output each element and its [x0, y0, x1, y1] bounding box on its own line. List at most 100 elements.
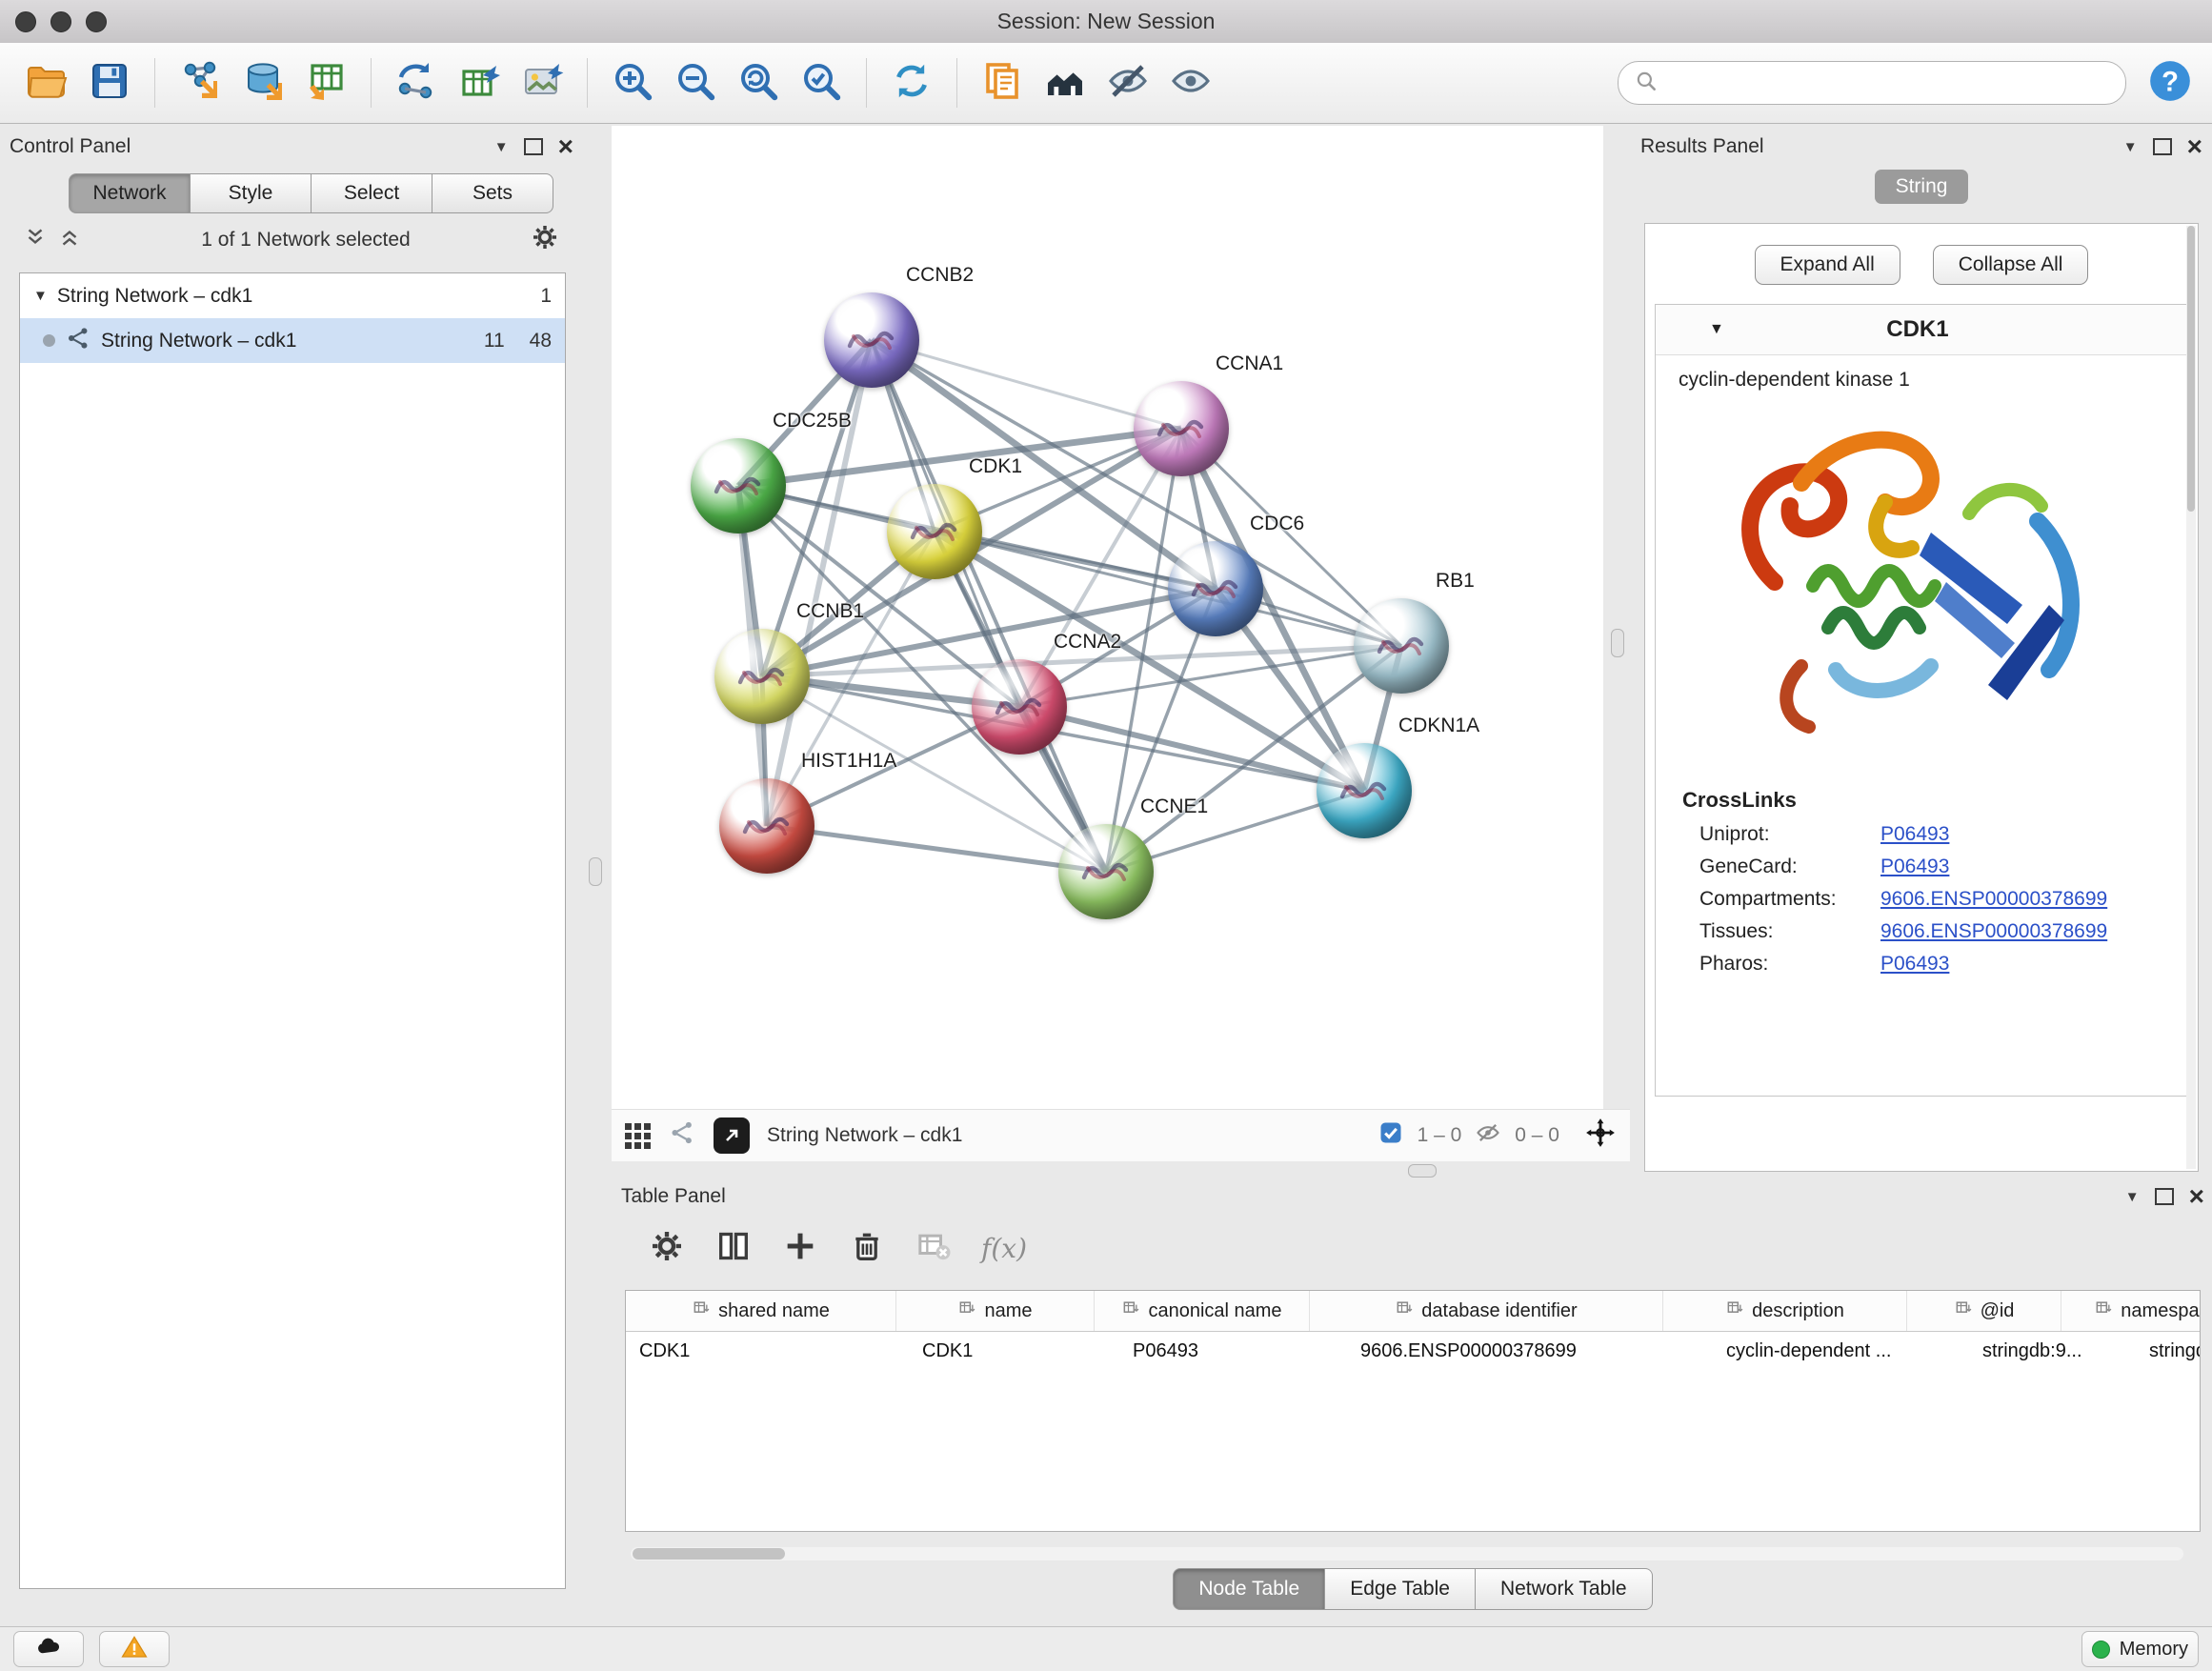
cell-description[interactable]: cyclin-dependent ...	[1713, 1332, 1969, 1370]
window-minimize-button[interactable]	[50, 11, 71, 32]
network-node-ccna2[interactable]	[972, 659, 1067, 755]
grid-view-icon[interactable]	[625, 1123, 651, 1149]
cell-shared-name[interactable]: CDK1	[626, 1332, 909, 1370]
bottom-splitter-handle[interactable]	[1408, 1164, 1437, 1178]
crosslink-tissues-link[interactable]: 9606.ENSP00000378699	[1880, 920, 2107, 943]
network-node-cdkn1a[interactable]	[1317, 743, 1412, 838]
zoom-selected-button[interactable]	[792, 53, 851, 112]
window-close-button[interactable]	[15, 11, 36, 32]
cell-name[interactable]: CDK1	[909, 1332, 1119, 1370]
column-header[interactable]: name	[896, 1291, 1095, 1331]
crosslink-compartments-link[interactable]: 9606.ENSP00000378699	[1880, 888, 2107, 911]
panel-close-icon[interactable]: ×	[558, 137, 573, 156]
refresh-view-button[interactable]	[882, 53, 941, 112]
tab-string-results[interactable]: String	[1875, 170, 1969, 204]
network-collection-row[interactable]: ▼ String Network – cdk1 1	[20, 273, 565, 318]
delete-column-icon[interactable]	[848, 1227, 886, 1270]
network-row[interactable]: String Network – cdk1 11 48	[20, 318, 565, 363]
column-header[interactable]: description	[1663, 1291, 1907, 1331]
panel-collapse-icon[interactable]: ▼	[2123, 139, 2138, 155]
zoom-fit-button[interactable]	[729, 53, 788, 112]
cell-database-identifier[interactable]: 9606.ENSP00000378699	[1347, 1332, 1713, 1370]
table-row[interactable]: CDK1 CDK1 P06493 9606.ENSP00000378699 cy…	[626, 1332, 2200, 1370]
cell-id[interactable]: stringdb:9...	[1969, 1332, 2136, 1370]
zoom-in-button[interactable]	[603, 53, 662, 112]
zoom-out-button[interactable]	[666, 53, 725, 112]
panel-close-icon[interactable]: ×	[2189, 1187, 2204, 1206]
node-section-header[interactable]: ▼ CDK1	[1656, 305, 2187, 355]
add-column-icon[interactable]	[781, 1227, 819, 1270]
cloud-status-button[interactable]	[13, 1631, 84, 1667]
cell-namespace[interactable]: stringdb	[2136, 1332, 2201, 1370]
network-node-ccnb2[interactable]	[824, 292, 919, 388]
panel-float-icon[interactable]	[2153, 138, 2172, 155]
column-header[interactable]: canonical name	[1095, 1291, 1310, 1331]
network-node-rb1[interactable]	[1354, 598, 1449, 694]
network-options-gear-icon[interactable]	[530, 222, 560, 258]
column-header[interactable]: @id	[1907, 1291, 2061, 1331]
help-button[interactable]: ?	[2145, 58, 2195, 108]
delete-table-icon[interactable]	[915, 1227, 953, 1270]
tab-node-table[interactable]: Node Table	[1173, 1568, 1325, 1610]
new-network-button[interactable]	[387, 53, 446, 112]
network-node-cdc6[interactable]	[1168, 541, 1263, 636]
column-header[interactable]: namespace	[2061, 1291, 2201, 1331]
cell-canonical-name[interactable]: P06493	[1119, 1332, 1347, 1370]
hide-selection-button[interactable]	[1098, 53, 1157, 112]
crosslink-uniprot-link[interactable]: P06493	[1880, 823, 1949, 846]
show-columns-icon[interactable]	[714, 1227, 753, 1270]
hidden-eye-icon[interactable]	[1475, 1119, 1501, 1152]
open-session-button[interactable]	[17, 53, 76, 112]
tab-sets[interactable]: Sets	[432, 173, 553, 213]
column-header[interactable]: shared name	[626, 1291, 896, 1331]
panel-collapse-icon[interactable]: ▼	[2125, 1189, 2140, 1205]
network-node-ccna1[interactable]	[1134, 381, 1229, 476]
section-expand-icon[interactable]: ▼	[1709, 321, 1724, 338]
fit-content-icon[interactable]	[1584, 1117, 1617, 1155]
crosslink-pharos-link[interactable]: P06493	[1880, 953, 1949, 976]
export-image-button[interactable]	[513, 53, 572, 112]
collapse-all-networks-icon[interactable]	[57, 225, 82, 255]
network-node-hist1h1a[interactable]	[719, 778, 814, 874]
open-in-window-button[interactable]	[714, 1117, 750, 1154]
tab-edge-table[interactable]: Edge Table	[1325, 1568, 1476, 1610]
tree-expand-icon[interactable]: ▼	[33, 288, 48, 304]
table-settings-gear-icon[interactable]	[648, 1227, 686, 1270]
network-node-cdc25b[interactable]	[691, 438, 786, 534]
show-all-button[interactable]	[1161, 53, 1220, 112]
collapse-all-button[interactable]: Collapse All	[1933, 245, 2089, 285]
import-database-button[interactable]	[233, 53, 292, 112]
save-session-button[interactable]	[80, 53, 139, 112]
import-table-button[interactable]	[296, 53, 355, 112]
network-from-table-button[interactable]	[450, 53, 509, 112]
table-horizontal-scrollbar[interactable]	[631, 1547, 2183, 1560]
share-view-icon[interactable]	[668, 1118, 696, 1153]
crosslink-genecard-link[interactable]: P06493	[1880, 856, 1949, 878]
memory-button[interactable]: Memory	[2081, 1631, 2199, 1667]
warnings-button[interactable]	[99, 1631, 170, 1667]
panel-float-icon[interactable]	[2155, 1188, 2174, 1205]
tab-network-table[interactable]: Network Table	[1476, 1568, 1653, 1610]
search-input[interactable]	[1668, 71, 2110, 95]
expand-all-networks-icon[interactable]	[23, 225, 48, 255]
network-node-ccne1[interactable]	[1058, 824, 1154, 919]
results-scrollbar[interactable]	[2186, 226, 2196, 1169]
network-node-ccnb1[interactable]	[714, 629, 810, 724]
annotations-button[interactable]	[973, 53, 1032, 112]
function-builder-icon[interactable]: f(x)	[981, 1233, 1027, 1264]
tab-network[interactable]: Network	[69, 173, 191, 213]
panel-collapse-icon[interactable]: ▼	[494, 139, 509, 155]
network-node-cdk1[interactable]	[887, 484, 982, 579]
expand-all-button[interactable]: Expand All	[1755, 245, 1900, 285]
column-header[interactable]: database identifier	[1310, 1291, 1663, 1331]
panel-close-icon[interactable]: ×	[2187, 137, 2202, 156]
right-splitter-handle[interactable]	[1611, 629, 1624, 657]
network-canvas[interactable]: CCNB2CCNA1CDC25BCDK1CDC6RB1CCNB1CCNA2CDK…	[612, 126, 1603, 1109]
panel-float-icon[interactable]	[524, 138, 543, 155]
import-network-button[interactable]	[171, 53, 230, 112]
selected-checkbox-icon[interactable]	[1377, 1119, 1404, 1152]
birdseye-button[interactable]	[1036, 53, 1095, 112]
window-zoom-button[interactable]	[86, 11, 107, 32]
left-splitter-handle[interactable]	[589, 857, 602, 886]
tab-style[interactable]: Style	[191, 173, 312, 213]
